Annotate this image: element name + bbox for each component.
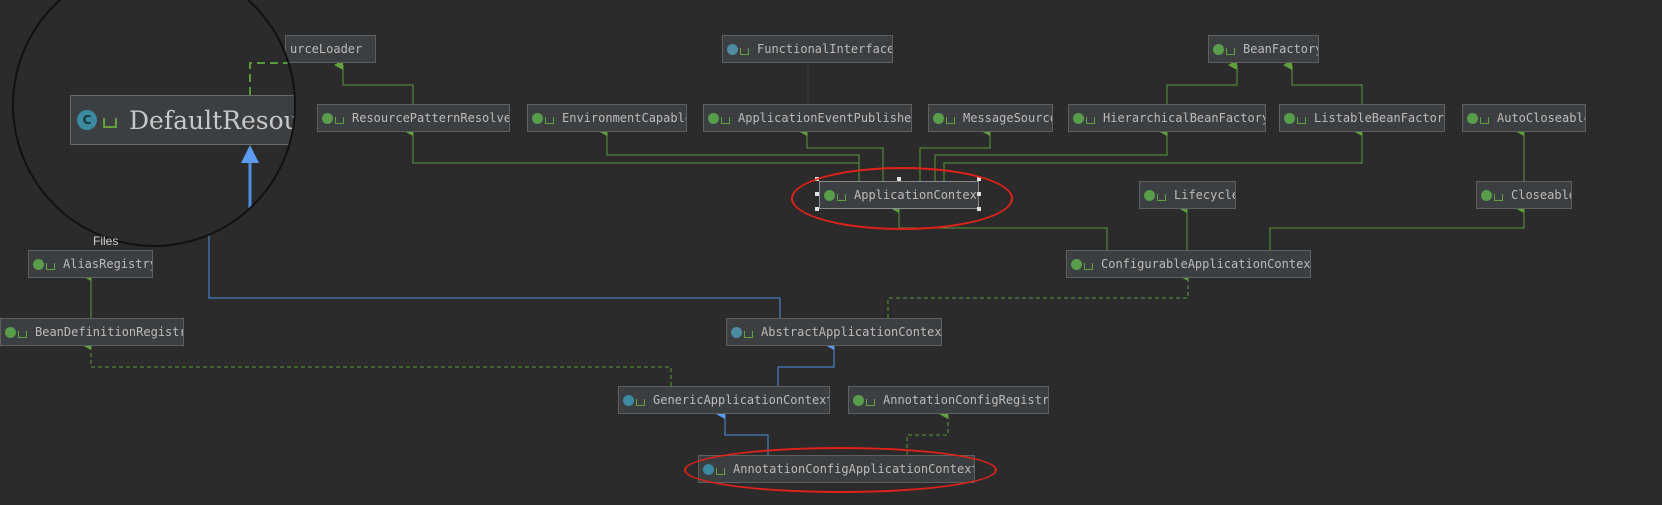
node-label: urceLoader (290, 42, 363, 56)
lock-icon (721, 116, 730, 124)
node-label: AbstractApplicationContext (761, 325, 942, 339)
node-environment-capable[interactable]: EnvironmentCapable (527, 104, 687, 132)
interface-icon (1213, 43, 1224, 55)
node-label: FunctionalInterface (757, 42, 893, 56)
node-generic-application-context[interactable]: GenericApplicationContext (618, 386, 830, 414)
lock-icon (740, 47, 749, 55)
node-label: AutoCloseable (1497, 111, 1586, 125)
highlight-oval-annotation-config-application-context (684, 447, 997, 493)
interface-icon (1073, 112, 1084, 124)
interface-icon (853, 394, 864, 406)
interface-icon (322, 112, 333, 124)
node-label: AnnotationConfigRegistry (883, 393, 1049, 407)
node-listable-bean-factory[interactable]: ListableBeanFactory (1279, 104, 1445, 132)
node-label: HierarchicalBeanFactory (1103, 111, 1266, 125)
interface-icon (708, 112, 719, 124)
interface-icon (1144, 189, 1155, 201)
interface-icon (532, 112, 543, 124)
annotation-icon (727, 43, 738, 55)
lock-icon (1084, 262, 1093, 270)
interface-icon (1071, 258, 1082, 270)
node-alias-registry[interactable]: AliasRegistry (28, 250, 153, 278)
node-configurable-application-context[interactable]: ConfigurableApplicationContext (1066, 250, 1311, 278)
lock-icon (1157, 193, 1166, 201)
files-label: Files (93, 234, 119, 248)
lock-icon (1226, 47, 1235, 55)
lock-icon (46, 262, 55, 270)
lock-icon (1297, 116, 1306, 124)
lock-icon (946, 116, 955, 124)
lock-icon (866, 398, 875, 406)
node-label: EnvironmentCapable (562, 111, 687, 125)
node-label: ListableBeanFactory (1314, 111, 1445, 125)
node-resource-pattern-resolver[interactable]: ResourcePatternResolver (317, 104, 510, 132)
node-label: BeanDefinitionRegistry (35, 325, 184, 339)
node-message-source[interactable]: MessageSource (928, 104, 1053, 132)
interface-icon (1481, 189, 1492, 201)
node-resource-loader[interactable]: urceLoader (285, 35, 376, 63)
node-label: ApplicationEventPublisher (738, 111, 912, 125)
node-annotation-config-registry[interactable]: AnnotationConfigRegistry (848, 386, 1049, 414)
node-label: ConfigurableApplicationContext (1101, 257, 1311, 271)
node-label: BeanFactory (1243, 42, 1319, 56)
magnifier-lens: C DefaultResour (12, 0, 296, 247)
lock-icon (103, 118, 117, 128)
node-label: GenericApplicationContext (653, 393, 830, 407)
interface-icon (1467, 112, 1478, 124)
node-hierarchical-bean-factory[interactable]: HierarchicalBeanFactory (1068, 104, 1266, 132)
abstract-class-icon (731, 326, 742, 338)
lock-icon (1494, 193, 1503, 201)
node-closeable[interactable]: Closeable (1476, 181, 1572, 209)
lock-icon (18, 330, 27, 338)
node-application-event-publisher[interactable]: ApplicationEventPublisher (703, 104, 912, 132)
node-label: Closeable (1511, 188, 1572, 202)
interface-icon (933, 112, 944, 124)
interface-icon (33, 258, 44, 270)
interface-icon (5, 326, 16, 338)
lock-icon (1480, 116, 1489, 124)
node-label: Lifecycle (1174, 188, 1236, 202)
node-abstract-application-context[interactable]: AbstractApplicationContext (726, 318, 942, 346)
node-functional-interface[interactable]: FunctionalInterface (722, 35, 893, 63)
magnified-class-node[interactable]: C DefaultResour (70, 95, 296, 145)
lock-icon (545, 116, 554, 124)
node-lifecycle[interactable]: Lifecycle (1139, 181, 1236, 209)
highlight-oval-application-context (791, 167, 1013, 230)
class-icon: C (77, 110, 97, 130)
node-auto-closeable[interactable]: AutoCloseable (1462, 104, 1586, 132)
lock-icon (335, 116, 344, 124)
node-bean-factory[interactable]: BeanFactory (1208, 35, 1319, 63)
node-label: AliasRegistry (63, 257, 153, 271)
lock-icon (636, 398, 645, 406)
node-label: ResourcePatternResolver (352, 111, 510, 125)
magnified-class-label: DefaultResour (129, 105, 296, 135)
interface-icon (1284, 112, 1295, 124)
class-icon (623, 394, 634, 406)
lock-icon (744, 330, 753, 338)
node-label: MessageSource (963, 111, 1053, 125)
lock-icon (1086, 116, 1095, 124)
node-bean-definition-registry[interactable]: BeanDefinitionRegistry (0, 318, 184, 346)
